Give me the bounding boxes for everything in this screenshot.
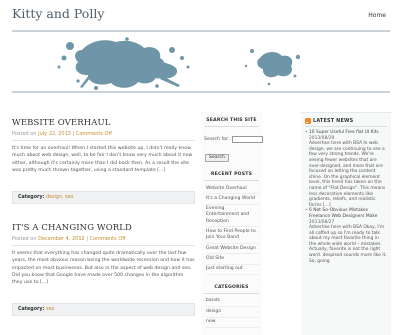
category-label: Category: [18,307,45,313]
category-link[interactable]: bands [206,297,259,308]
category-links[interactable]: design, seo [46,195,73,200]
category-links[interactable]: seo [46,307,54,312]
recent-post-link[interactable]: Old Site [206,254,259,265]
news-item-date: 2013/08/27 [309,219,335,225]
nav-divider [12,30,390,32]
news-item-date: 2013/08/29 [309,135,335,141]
post-meta: Posted on December 4, 2012 | Comments Of… [12,236,195,242]
post-meta-separator: | [86,236,89,242]
recent-posts-list: Website Overhaul It's a Changing World E… [201,181,262,275]
category-link[interactable]: design [206,307,259,318]
search-button[interactable]: Search [205,153,229,162]
rss-icon[interactable] [305,118,311,124]
search-label: Search for: [204,137,230,142]
post-meta: Posted on July 22, 2013 | Comments Off [12,131,195,137]
header-banner [12,36,390,91]
paint-splatter-graphic [57,37,301,90]
post-title[interactable]: WEBSITE OVERHAUL [12,118,195,128]
banner-divider [12,91,390,93]
post-date-link[interactable]: December 4, 2012 [38,236,85,242]
search-heading: SEARCH THIS SITE [206,118,257,123]
nav-home-link[interactable]: Home [368,12,386,19]
post-comments-link[interactable]: Comments Off [76,131,112,137]
search-input[interactable] [231,136,263,143]
post-divider [12,140,195,141]
recent-post-link[interactable]: How to Find People to Join Your Band [206,227,259,245]
recent-post-link[interactable]: Evening Entertainment and Reception [206,205,259,228]
latest-news-list: 10 Super Useful Free flat UI Kits 2013/0… [305,127,387,264]
recent-post-link[interactable]: It's a Changing World [206,194,259,205]
post-meta-prefix: Posted on [12,236,37,242]
recent-post-link[interactable]: Great Website Design [206,244,259,255]
news-item-description: Advertise here with BSA Okay, I'm all ca… [309,225,387,264]
categories-heading: CATEGORIES [214,284,249,290]
search-row: Search for: [201,127,263,143]
post-meta-prefix: Posted on [12,131,37,137]
post-comments-link[interactable]: Comments Off [90,236,126,242]
post-excerpt: It's time for an overhaul! When I starte… [12,146,193,173]
post-title[interactable]: IT'S A CHANGING WORLD [12,223,195,233]
post-category-box: Category: seo [12,303,195,317]
latest-news-panel: LATEST NEWS 10 Super Useful Free flat UI… [301,112,391,335]
post-entry: WEBSITE OVERHAUL Posted on July 22, 2013… [12,100,195,205]
news-item-title[interactable]: 6 Not-So-Obvious Mistakes Freelance Web … [309,208,377,219]
post-category-box: Category: design, seo [12,191,195,205]
category-link[interactable]: new [206,318,259,328]
recent-posts-heading: RECENT POSTS [210,172,253,177]
latest-news-header: LATEST NEWS [305,118,387,124]
post-date-link[interactable]: July 22, 2013 [38,131,71,137]
post-divider [12,245,195,246]
news-item-description: Advertise here with BSA In web design, w… [309,141,386,208]
news-item: 6 Not-So-Obvious Mistakes Freelance Web … [305,208,387,264]
post-excerpt: It seems that everything has changed qui… [12,251,195,286]
post-meta-separator: | [72,131,75,137]
recent-post-link[interactable]: Just starting out [206,265,259,275]
news-item-title[interactable]: 10 Super Useful Free flat UI Kits [309,130,379,135]
sidebar: SEARCH THIS SITE Search for: Search RECE… [201,112,263,335]
post-entry: IT'S A CHANGING WORLD Posted on December… [12,205,195,317]
site-title[interactable]: Kitty and Polly [12,6,104,21]
category-label: Category: [18,195,45,201]
news-item: 10 Super Useful Free flat UI Kits 2013/0… [305,130,387,208]
categories-list: bands design new [201,294,262,328]
latest-news-heading: LATEST NEWS [313,118,354,124]
recent-post-link[interactable]: Website Overhaul [206,184,259,195]
